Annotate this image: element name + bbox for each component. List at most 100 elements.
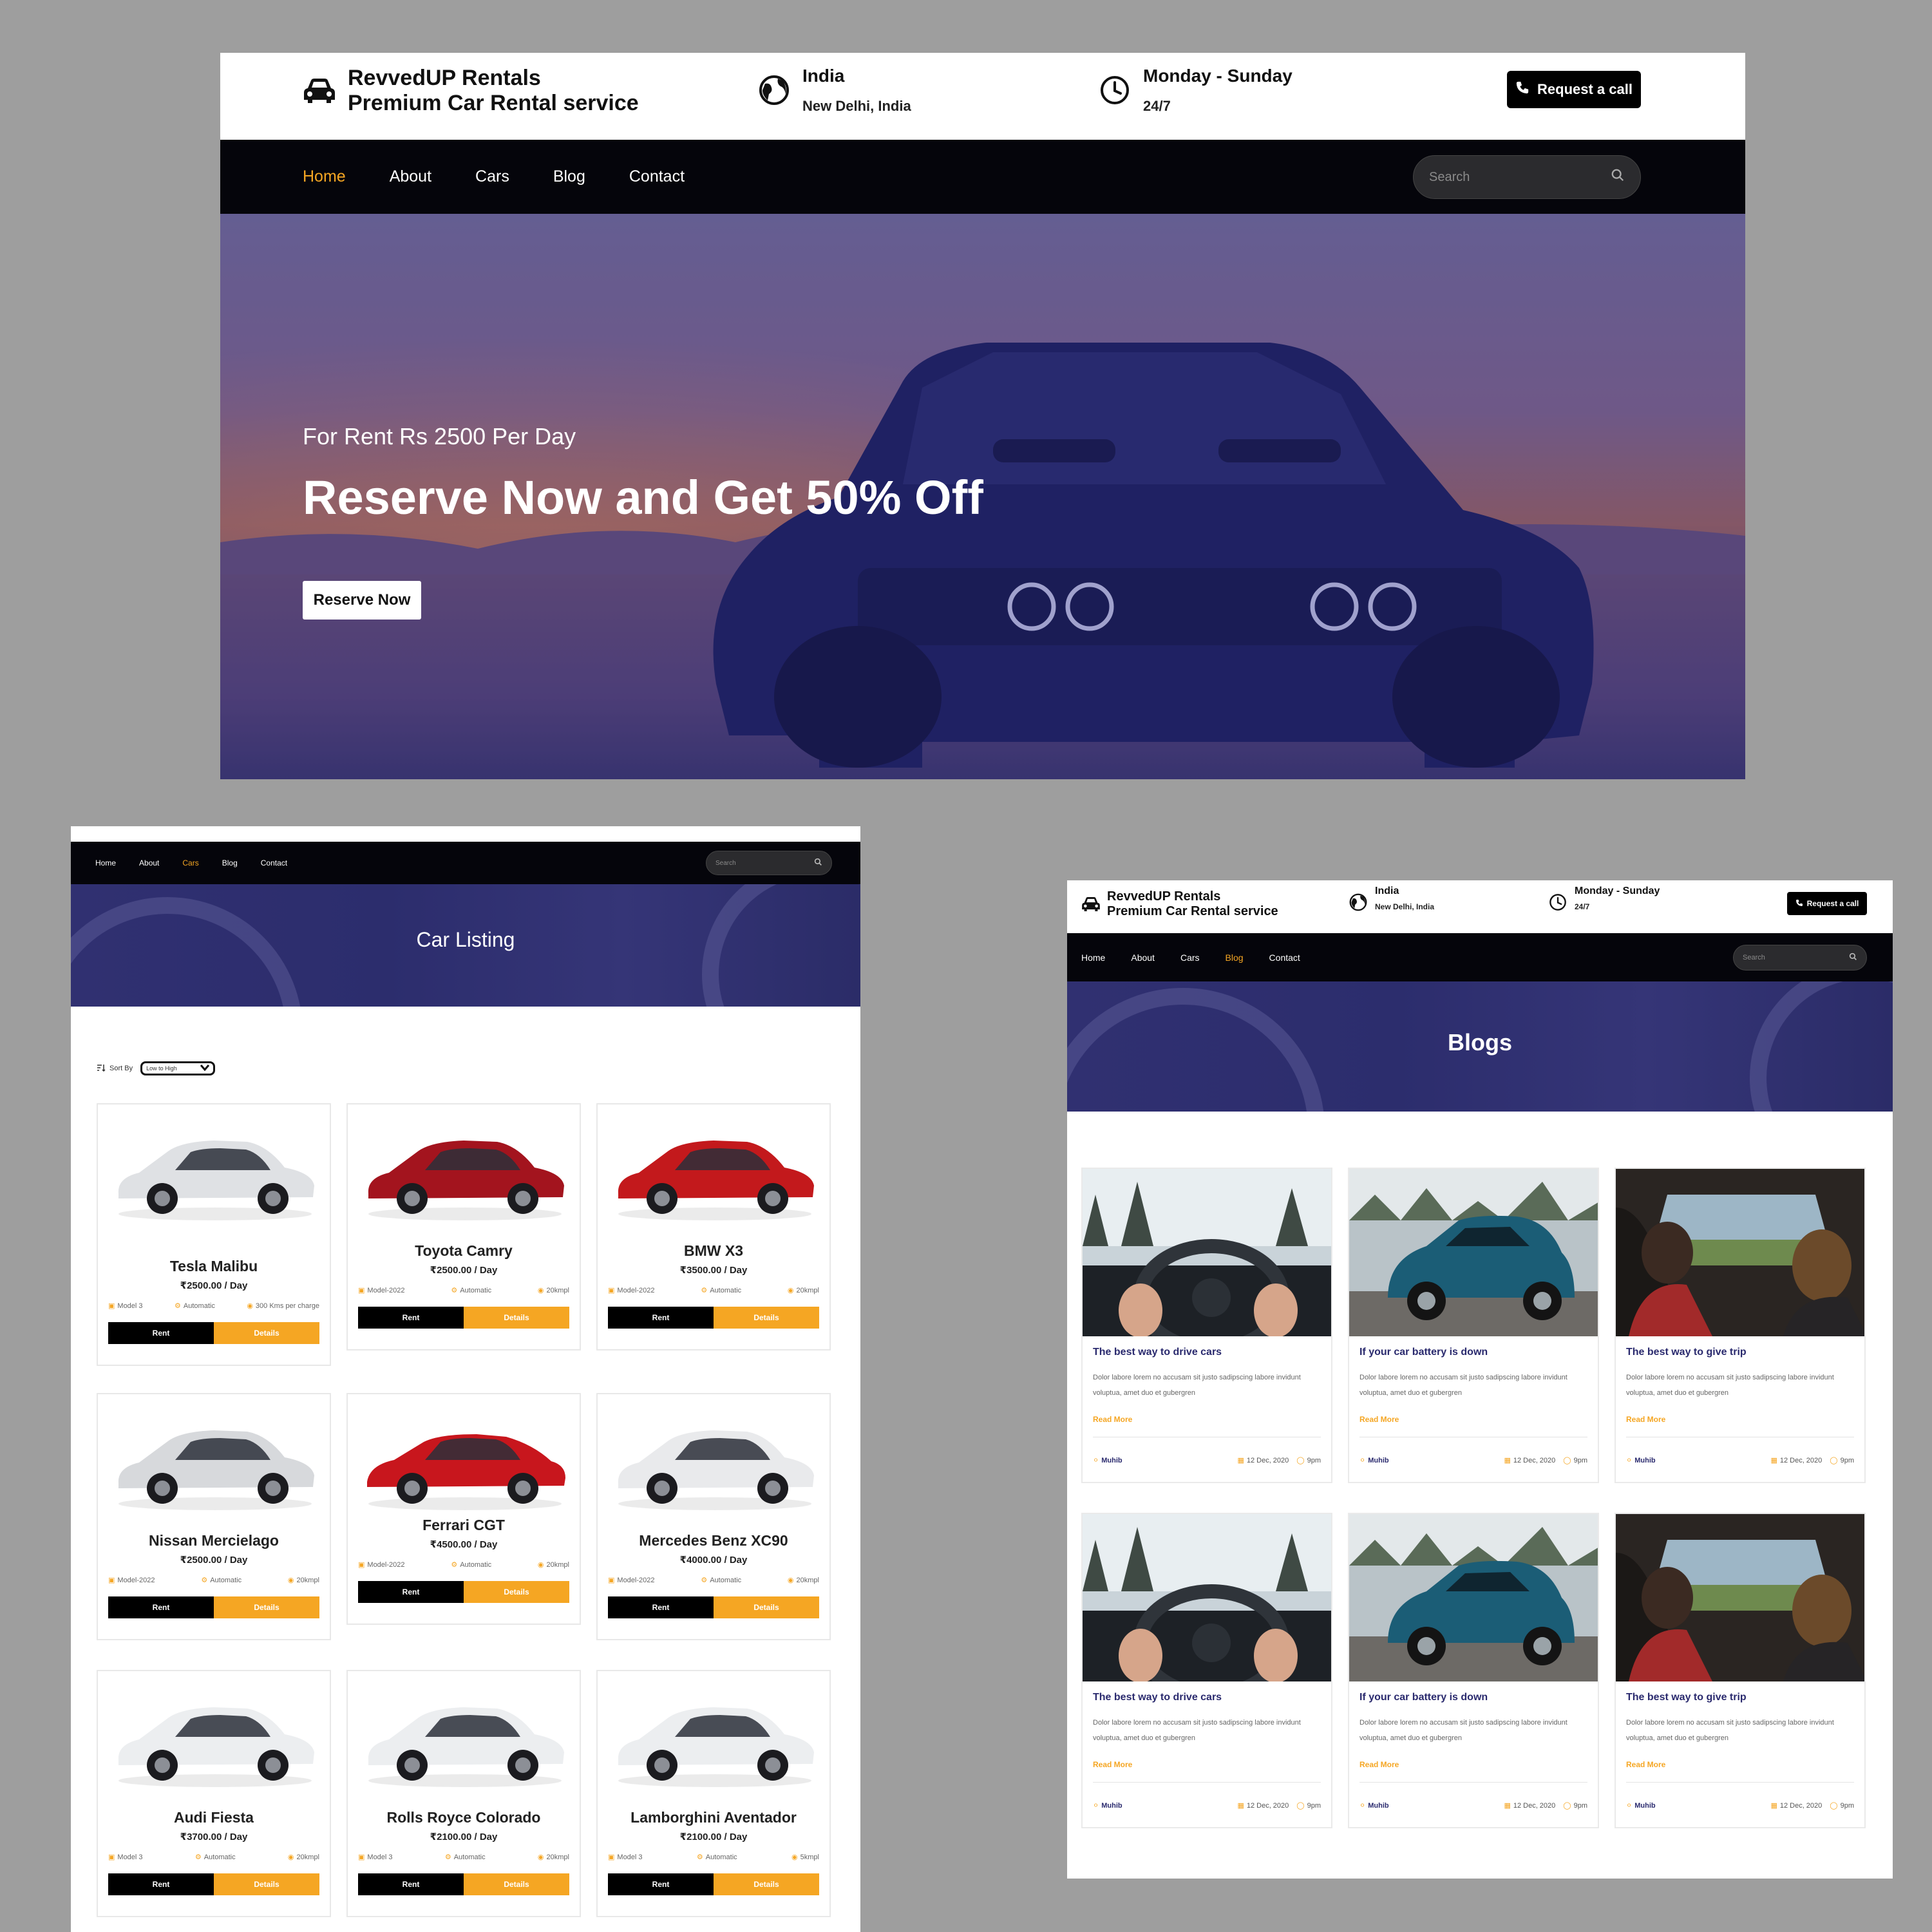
request-call-button[interactable]: Request a call [1507,71,1641,108]
details-button[interactable]: Details [214,1322,319,1344]
blog-card[interactable]: The best way to give trip Dolor labore lo… [1615,1168,1866,1483]
read-more-link[interactable]: Read More [1626,1415,1665,1424]
search-icon[interactable] [814,858,822,868]
blog-author[interactable]: Muhib [1634,1457,1655,1464]
blog-card[interactable]: The best way to drive cars Dolor labore l… [1081,1513,1332,1828]
blog-title[interactable]: If your car battery is down [1359,1347,1488,1358]
rent-button[interactable]: Rent [108,1596,214,1618]
clock-icon: ◯ [1296,1802,1305,1810]
rent-button[interactable]: Rent [358,1307,464,1329]
nav-cars[interactable]: Cars [1180,952,1200,963]
blog-card[interactable]: If your car battery is down Dolor labore … [1348,1513,1599,1828]
nav-about[interactable]: About [1131,952,1155,963]
rent-button[interactable]: Rent [608,1307,714,1329]
car-transmission: ⚙ Automatic [696,1853,737,1861]
nav-links: Home About Cars Blog Contact [303,140,685,214]
blog-author[interactable]: Muhib [1101,1802,1122,1810]
nav-cars[interactable]: Cars [475,167,509,186]
blog-card[interactable]: The best way to drive cars Dolor labore l… [1081,1168,1332,1483]
gear-icon: ⚙ [451,1287,458,1294]
nav-about[interactable]: About [139,858,159,867]
nav-home[interactable]: Home [95,858,116,867]
nav-home[interactable]: Home [1081,952,1105,963]
rent-button[interactable]: Rent [608,1596,714,1618]
blog-author[interactable]: Muhib [1101,1457,1122,1464]
car-card[interactable]: Mercedes Benz XC90 ₹4000.00 / Day ▣ Model-2… [596,1393,831,1640]
nav-blog[interactable]: Blog [222,858,238,867]
details-button[interactable]: Details [464,1307,569,1329]
read-more-link[interactable]: Read More [1359,1415,1399,1424]
blog-author[interactable]: Muhib [1368,1457,1388,1464]
search-icon[interactable] [1849,952,1857,963]
details-button[interactable]: Details [714,1307,819,1329]
details-button[interactable]: Details [714,1596,819,1618]
search-input[interactable]: Search [706,851,832,875]
calendar-icon: ▦ [1770,1457,1777,1464]
nav-cars[interactable]: Cars [182,858,198,867]
location-subtitle: New Delhi, India [802,98,911,114]
details-button[interactable]: Details [464,1581,569,1603]
nav-home[interactable]: Home [303,167,346,186]
search-icon[interactable] [1611,168,1625,186]
fuel-icon: ◉ [287,1853,294,1861]
blog-title[interactable]: The best way to give trip [1626,1692,1747,1703]
calendar-icon: ▦ [1504,1457,1511,1464]
nav-contact[interactable]: Contact [261,858,287,867]
brand[interactable]: RevvedUP Rentals Premium Car Rental serv… [1081,889,1278,919]
blog-author[interactable]: Muhib [1634,1802,1655,1810]
globe-icon [759,75,790,109]
read-more-link[interactable]: Read More [1093,1760,1132,1769]
blog-title[interactable]: The best way to drive cars [1093,1692,1222,1703]
details-button[interactable]: Details [464,1873,569,1895]
blog-author[interactable]: Muhib [1368,1802,1388,1810]
phone-icon [1515,80,1530,99]
sort-icon [97,1064,106,1074]
car-card[interactable]: Nissan Mercielago ₹2500.00 / Day ▣ Model-20… [97,1393,331,1640]
clock-icon: ◯ [1296,1457,1305,1464]
read-more-link[interactable]: Read More [1626,1760,1665,1769]
divider [1359,1782,1587,1783]
blog-title[interactable]: If your car battery is down [1359,1692,1488,1703]
car-icon: ▣ [108,1302,115,1310]
details-button[interactable]: Details [214,1596,319,1618]
car-name: Rolls Royce Colorado [386,1809,541,1826]
nav-contact[interactable]: Contact [629,167,685,186]
blog-card[interactable]: The best way to give trip Dolor labore lo… [1615,1513,1866,1828]
car-transmission: ⚙ Automatic [175,1302,215,1310]
calendar-icon: ▦ [1237,1802,1244,1810]
brand-tagline: Premium Car Rental service [348,91,639,116]
rent-button[interactable]: Rent [358,1581,464,1603]
car-card[interactable]: Rolls Royce Colorado ₹2100.00 / Day ▣ Model… [346,1670,581,1917]
car-mileage: ◉ 300 Kms per charge [247,1302,319,1310]
rent-button[interactable]: Rent [108,1322,214,1344]
blog-title[interactable]: The best way to drive cars [1093,1347,1222,1358]
blog-time: 9pm [1840,1802,1854,1810]
rent-button[interactable]: Rent [108,1873,214,1895]
car-card[interactable]: Ferrari CGT ₹4500.00 / Day ▣ Model-2022 ⚙ Aut… [346,1393,581,1625]
car-card[interactable]: Lamborghini Aventador ₹2100.00 / Day ▣ Mode… [596,1670,831,1917]
nav-blog[interactable]: Blog [553,167,585,186]
read-more-link[interactable]: Read More [1093,1415,1132,1424]
nav-about[interactable]: About [390,167,431,186]
brand[interactable]: RevvedUP Rentals Premium Car Rental serv… [303,66,639,116]
reserve-now-button[interactable]: Reserve Now [303,581,421,620]
nav-blog[interactable]: Blog [1226,952,1244,963]
read-more-link[interactable]: Read More [1359,1760,1399,1769]
nav-contact[interactable]: Contact [1269,952,1300,963]
car-card[interactable]: BMW X3 ₹3500.00 / Day ▣ Model-2022 ⚙ Automati… [596,1103,831,1350]
car-card[interactable]: Toyota Camry ₹2500.00 / Day ▣ Model-2022 ⚙ Au… [346,1103,581,1350]
details-button[interactable]: Details [714,1873,819,1895]
search-input[interactable]: Search [1413,155,1641,199]
divider [1626,1782,1854,1783]
calendar-icon: ▦ [1770,1802,1777,1810]
car-card[interactable]: Tesla Malibu ₹2500.00 / Day ▣ Model 3 ⚙ Autom… [97,1103,331,1366]
car-card[interactable]: Audi Fiesta ₹3700.00 / Day ▣ Model 3 ⚙ Automa… [97,1670,331,1917]
blog-card[interactable]: If your car battery is down Dolor labore … [1348,1168,1599,1483]
rent-button[interactable]: Rent [358,1873,464,1895]
blog-title[interactable]: The best way to give trip [1626,1347,1747,1358]
sort-select[interactable]: Low to High [140,1061,216,1075]
search-input[interactable]: Search [1733,945,1867,971]
rent-button[interactable]: Rent [608,1873,714,1895]
details-button[interactable]: Details [214,1873,319,1895]
request-call-button[interactable]: Request a call [1787,892,1867,915]
